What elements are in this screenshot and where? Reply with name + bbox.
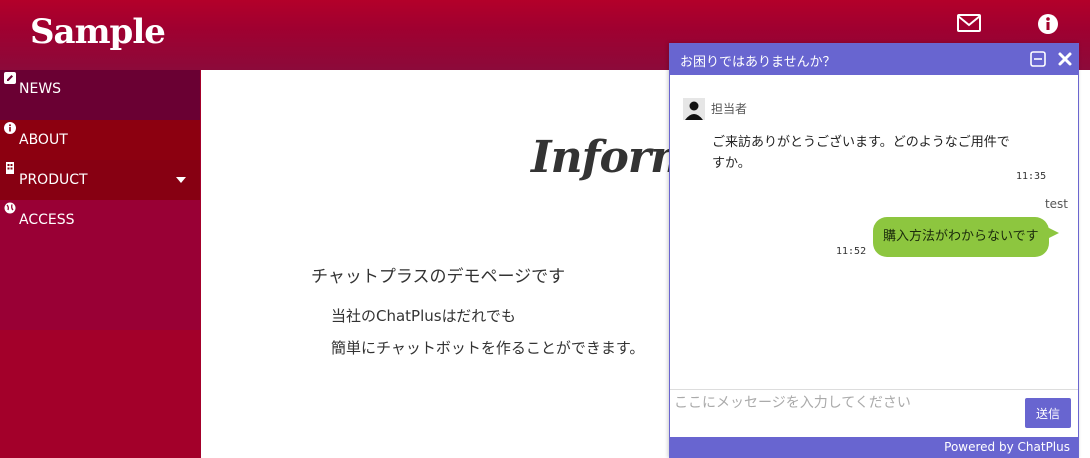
demo-text-line: 当社のChatPlusはだれでも <box>331 307 516 325</box>
user-name: test <box>1044 197 1068 211</box>
agent-message-time: 11:35 <box>1016 171 1047 182</box>
chevron-down-icon[interactable] <box>176 177 186 183</box>
mail-icon[interactable] <box>956 12 984 36</box>
sidebar-item-label: ACCESS <box>19 212 75 228</box>
close-icon[interactable] <box>1057 51 1073 67</box>
info-icon <box>4 122 16 134</box>
chat-header[interactable]: お困りではありませんか？ <box>670 44 1078 75</box>
chat-footer: Powered by ChatPlus <box>670 437 1078 458</box>
sidebar-nav: NEWS ABOUT PRODUCT ACCESS <box>0 70 200 458</box>
message-input[interactable] <box>674 392 1014 414</box>
avatar <box>683 98 705 120</box>
send-button[interactable]: 送信 <box>1025 398 1071 428</box>
pencil-icon <box>4 72 16 84</box>
user-message: 購入方法がわからないです <box>873 217 1059 257</box>
chat-widget: お困りではありませんか？ 担当者 ご来訪ありがとうございます。どのようなご用件で… <box>669 43 1079 458</box>
sidebar-item-label: NEWS <box>19 81 62 97</box>
demo-heading: チャットプラスのデモページです <box>311 267 566 287</box>
globe-icon <box>4 202 16 214</box>
info-icon[interactable] <box>1036 12 1064 36</box>
sidebar-item-access[interactable]: ACCESS <box>0 200 200 330</box>
sidebar-item-label: ABOUT <box>19 132 68 148</box>
sidebar-item-label: PRODUCT <box>19 172 88 188</box>
site-logo[interactable]: Sample <box>30 12 166 52</box>
minimize-icon[interactable] <box>1030 51 1046 67</box>
sidebar-item-product[interactable]: PRODUCT <box>0 160 200 200</box>
sidebar-item-about[interactable]: ABOUT <box>0 120 200 160</box>
agent-message: ご来訪ありがとうございます。どのようなご用件ですか。 <box>712 135 1010 171</box>
building-icon <box>4 162 16 174</box>
demo-text-line: 簡単にチャットボットを作ることができます。 <box>331 339 645 357</box>
sidebar-item-news[interactable]: NEWS <box>0 70 200 120</box>
user-message-time: 11:52 <box>836 246 867 257</box>
chat-title: お困りではありませんか？ <box>680 55 836 70</box>
chat-input-area: 送信 <box>670 389 1078 437</box>
agent-name: 担当者 <box>711 102 748 116</box>
